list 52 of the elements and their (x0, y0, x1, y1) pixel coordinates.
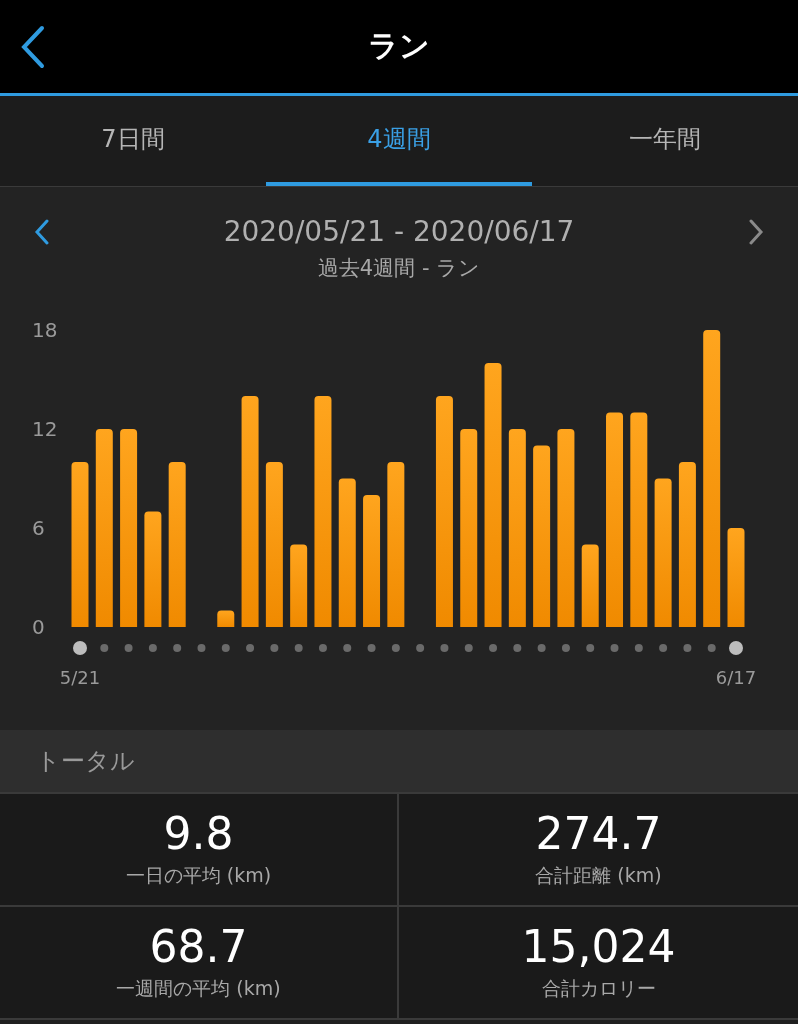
x-axis-label: 5/21 (59, 667, 101, 688)
day-dot (561, 644, 570, 652)
stat-value: 9.8 (163, 810, 234, 859)
stat-label: 一日の平均 (km) (125, 862, 272, 888)
day-dot (729, 641, 743, 655)
day-dot (100, 644, 109, 652)
stat-value: 68.7 (149, 923, 248, 972)
previous-icon[interactable] (34, 218, 50, 245)
day-dot (173, 644, 182, 652)
next-icon[interactable] (748, 218, 764, 245)
screen-title: ラン (368, 27, 430, 65)
y-axis-label: 12 (32, 417, 58, 441)
day-dot (707, 644, 716, 652)
day-dot (659, 644, 668, 652)
day-dot (124, 644, 133, 652)
day-dot (73, 641, 87, 655)
day-dot (391, 644, 400, 652)
day-dot (270, 644, 279, 652)
y-axis-label: 0 (32, 615, 45, 639)
day-dot (489, 644, 498, 652)
section-heading: トータル (36, 746, 135, 777)
stat-label: 合計距離 (km) (535, 862, 662, 888)
stat-label: 一週間の平均 (km) (116, 975, 281, 1001)
day-dot (683, 644, 692, 652)
day-dot (634, 644, 643, 652)
day-dot (197, 644, 206, 652)
x-axis-label: 6/17 (715, 667, 757, 688)
stat-label: 合計カロリー (541, 975, 656, 1001)
day-dot (318, 644, 327, 652)
stat-value: 274.7 (535, 810, 662, 859)
day-dot (586, 644, 595, 652)
stat-value: 15,024 (521, 923, 676, 972)
day-dot (440, 644, 449, 652)
period-subtitle: 過去4週間 - ラン (316, 255, 482, 282)
day-dot (464, 644, 473, 652)
period-tab[interactable]: 7日間 (0, 96, 266, 186)
day-dot (343, 644, 352, 652)
back-icon[interactable] (20, 25, 46, 69)
date-range: 2020/05/21 - 2020/06/17 (223, 215, 575, 248)
day-dot (416, 644, 425, 652)
y-axis-label: 18 (32, 318, 58, 342)
day-dot (367, 644, 376, 652)
day-dot (221, 644, 230, 652)
y-axis-label: 6 (32, 516, 45, 540)
bar (217, 610, 235, 627)
day-dot (537, 644, 546, 652)
day-dot (513, 644, 522, 652)
day-dot (294, 644, 303, 652)
day-dot (246, 644, 255, 652)
period-tab[interactable]: 一年間 (532, 96, 798, 186)
day-dot (148, 644, 157, 652)
day-dot (610, 644, 619, 652)
